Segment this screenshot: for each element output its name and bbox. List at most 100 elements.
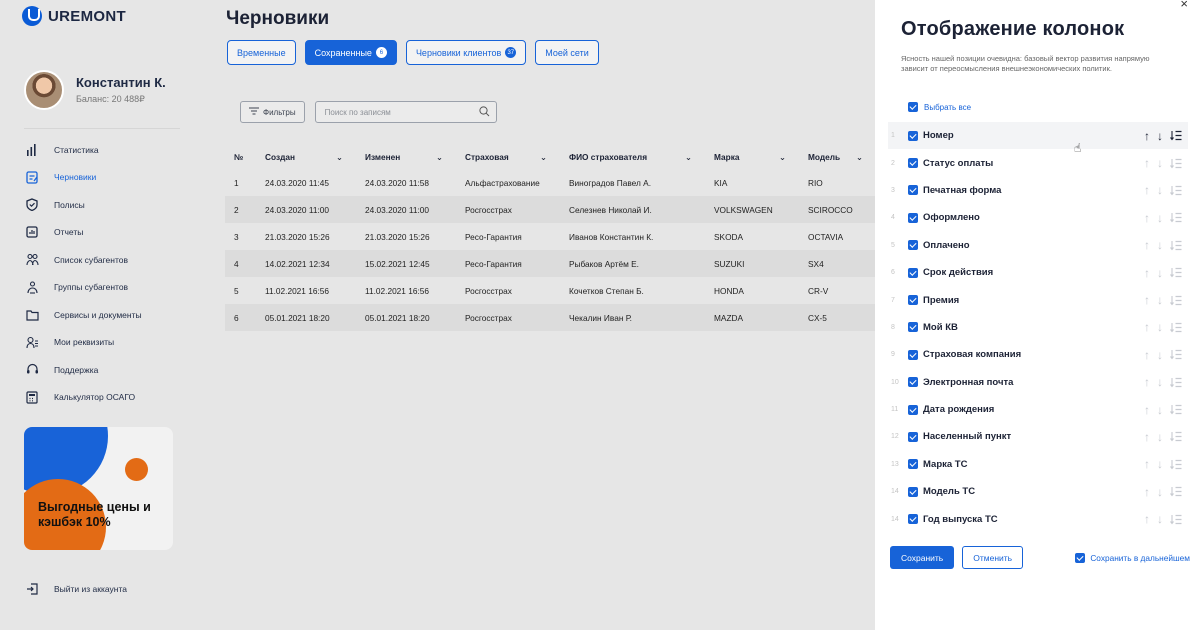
reorder-icon[interactable] — [1170, 486, 1182, 497]
checkbox-checked-icon[interactable] — [908, 486, 918, 497]
reorder-icon[interactable] — [1170, 431, 1182, 442]
select-all-checkbox[interactable]: Выбрать все — [908, 102, 971, 112]
column-header-modified[interactable]: Изменен ⌄ — [355, 152, 455, 162]
arrow-down-icon[interactable]: ↓ — [1157, 129, 1163, 143]
column-option[interactable]: 5 Оплачено ↑ ↓ — [888, 232, 1188, 259]
sidebar-item-statistics[interactable]: Статистика — [25, 136, 205, 164]
table-row[interactable]: 5 11.02.2021 16:56 11.02.2021 16:56 Росг… — [225, 277, 875, 304]
reorder-icon[interactable] — [1170, 322, 1182, 333]
column-option[interactable]: 4 Оформлено ↑ ↓ — [888, 204, 1188, 231]
checkbox-checked-icon[interactable] — [908, 459, 918, 470]
arrow-up-icon[interactable]: ↑ — [1144, 320, 1150, 334]
arrow-up-icon[interactable]: ↑ — [1144, 129, 1150, 143]
sidebar-item-services[interactable]: Сервисы и документы — [25, 301, 205, 329]
column-option[interactable]: 14 Год выпуска ТС ↑ ↓ — [888, 505, 1188, 532]
column-option[interactable]: 12 Населенный пункт ↑ ↓ — [888, 423, 1188, 450]
tab-saved[interactable]: Сохраненные 6 — [304, 40, 397, 65]
sidebar-item-subagent-groups[interactable]: Группы субагентов — [25, 274, 205, 302]
column-option[interactable]: 2 Статус оплаты ↑ ↓ — [888, 149, 1188, 176]
arrow-up-icon[interactable]: ↑ — [1144, 512, 1150, 526]
sidebar-item-requisites[interactable]: Мои реквизиты — [25, 329, 205, 357]
column-header-insurer[interactable]: Страховая ⌄ — [455, 152, 559, 162]
arrow-down-icon[interactable]: ↓ — [1157, 375, 1163, 389]
checkbox-checked-icon[interactable] — [908, 431, 918, 442]
reorder-icon[interactable] — [1170, 295, 1182, 306]
column-option[interactable]: 3 Печатная форма ↑ ↓ — [888, 177, 1188, 204]
sidebar-item-drafts[interactable]: Черновики — [25, 164, 205, 192]
arrow-down-icon[interactable]: ↓ — [1157, 156, 1163, 170]
reorder-icon[interactable] — [1170, 267, 1182, 278]
column-option[interactable]: 10 Электронная почта ↑ ↓ — [888, 369, 1188, 396]
arrow-up-icon[interactable]: ↑ — [1144, 183, 1150, 197]
arrow-down-icon[interactable]: ↓ — [1157, 211, 1163, 225]
column-option[interactable]: 1 Номер ↑ ↓ — [888, 122, 1188, 150]
checkbox-checked-icon[interactable] — [908, 349, 918, 360]
arrow-up-icon[interactable]: ↑ — [1144, 430, 1150, 444]
column-header-number[interactable]: № — [225, 152, 255, 162]
arrow-up-icon[interactable]: ↑ — [1144, 156, 1150, 170]
reorder-icon[interactable] — [1170, 130, 1182, 141]
checkbox-checked-icon[interactable] — [908, 514, 918, 525]
column-header-policyholder[interactable]: ФИО страхователя ⌄ — [559, 152, 704, 162]
column-option[interactable]: 7 Премия ↑ ↓ — [888, 286, 1188, 313]
column-option[interactable]: 8 Мой КВ ↑ ↓ — [888, 314, 1188, 341]
tab-temporary[interactable]: Временные — [227, 40, 296, 65]
arrow-up-icon[interactable]: ↑ — [1144, 485, 1150, 499]
sidebar-item-calculator[interactable]: Калькулятор ОСАГО — [25, 384, 205, 412]
reorder-icon[interactable] — [1170, 240, 1182, 251]
arrow-up-icon[interactable]: ↑ — [1144, 293, 1150, 307]
arrow-up-icon[interactable]: ↑ — [1144, 238, 1150, 252]
save-button[interactable]: Сохранить — [890, 546, 955, 569]
arrow-down-icon[interactable]: ↓ — [1157, 403, 1163, 417]
reorder-icon[interactable] — [1170, 212, 1182, 223]
arrow-down-icon[interactable]: ↓ — [1157, 430, 1163, 444]
column-header-brand[interactable]: Марка ⌄ — [704, 152, 798, 162]
checkbox-checked-icon[interactable] — [908, 267, 918, 278]
arrow-down-icon[interactable]: ↓ — [1157, 512, 1163, 526]
column-option[interactable]: 14 Модель ТС ↑ ↓ — [888, 478, 1188, 505]
checkbox-checked-icon[interactable] — [908, 185, 918, 196]
arrow-down-icon[interactable]: ↓ — [1157, 457, 1163, 471]
close-icon[interactable]: × — [1180, 0, 1188, 11]
reorder-icon[interactable] — [1170, 185, 1182, 196]
tab-my-network[interactable]: Моей сети — [535, 40, 599, 65]
checkbox-checked-icon[interactable] — [908, 322, 918, 333]
column-header-created[interactable]: Создан ⌄ — [255, 152, 355, 162]
logo[interactable]: UREMONT — [22, 6, 126, 26]
filter-button[interactable]: Фильтры — [240, 101, 305, 123]
sidebar-item-subagents[interactable]: Список субагентов — [25, 246, 205, 274]
column-option[interactable]: 6 Срок действия ↑ ↓ — [888, 259, 1188, 286]
table-row[interactable]: 6 05.01.2021 18:20 05.01.2021 18:20 Росг… — [225, 304, 875, 331]
arrow-up-icon[interactable]: ↑ — [1144, 266, 1150, 280]
logout-button[interactable]: Выйти из аккаунта — [25, 582, 127, 596]
arrow-down-icon[interactable]: ↓ — [1157, 348, 1163, 362]
cancel-button[interactable]: Отменить — [962, 546, 1024, 569]
checkbox-checked-icon[interactable] — [908, 130, 918, 141]
checkbox-checked-icon[interactable] — [908, 377, 918, 388]
checkbox-checked-icon[interactable] — [908, 295, 918, 306]
reorder-icon[interactable] — [1170, 377, 1182, 388]
checkbox-checked-icon[interactable] — [908, 212, 918, 223]
column-option[interactable]: 9 Страховая компания ↑ ↓ — [888, 341, 1188, 368]
arrow-down-icon[interactable]: ↓ — [1157, 485, 1163, 499]
promo-card[interactable]: Выгодные цены и кэшбэк 10% — [24, 427, 173, 550]
profile[interactable]: Константин К. Баланс: 20 488₽ — [24, 70, 166, 110]
reorder-icon[interactable] — [1170, 158, 1182, 169]
arrow-down-icon[interactable]: ↓ — [1157, 183, 1163, 197]
reorder-icon[interactable] — [1170, 349, 1182, 360]
sidebar-item-support[interactable]: Поддержка — [25, 356, 205, 384]
arrow-up-icon[interactable]: ↑ — [1144, 457, 1150, 471]
reorder-icon[interactable] — [1170, 404, 1182, 415]
search-input[interactable]: Поиск по записям — [314, 101, 497, 123]
arrow-up-icon[interactable]: ↑ — [1144, 375, 1150, 389]
checkbox-checked-icon[interactable] — [908, 404, 918, 415]
arrow-down-icon[interactable]: ↓ — [1157, 238, 1163, 252]
table-row[interactable]: 2 24.03.2020 11:00 24.03.2020 11:00 Росг… — [225, 196, 875, 223]
column-option[interactable]: 13 Марка ТС ↑ ↓ — [888, 451, 1188, 478]
checkbox-checked-icon[interactable] — [908, 240, 918, 251]
table-row[interactable]: 1 24.03.2020 11:45 24.03.2020 11:58 Альф… — [225, 169, 875, 196]
table-row[interactable]: 4 14.02.2021 12:34 15.02.2021 12:45 Ресо… — [225, 250, 875, 277]
checkbox-checked-icon[interactable] — [908, 158, 918, 169]
sidebar-item-policies[interactable]: Полисы — [25, 191, 205, 219]
arrow-up-icon[interactable]: ↑ — [1144, 403, 1150, 417]
